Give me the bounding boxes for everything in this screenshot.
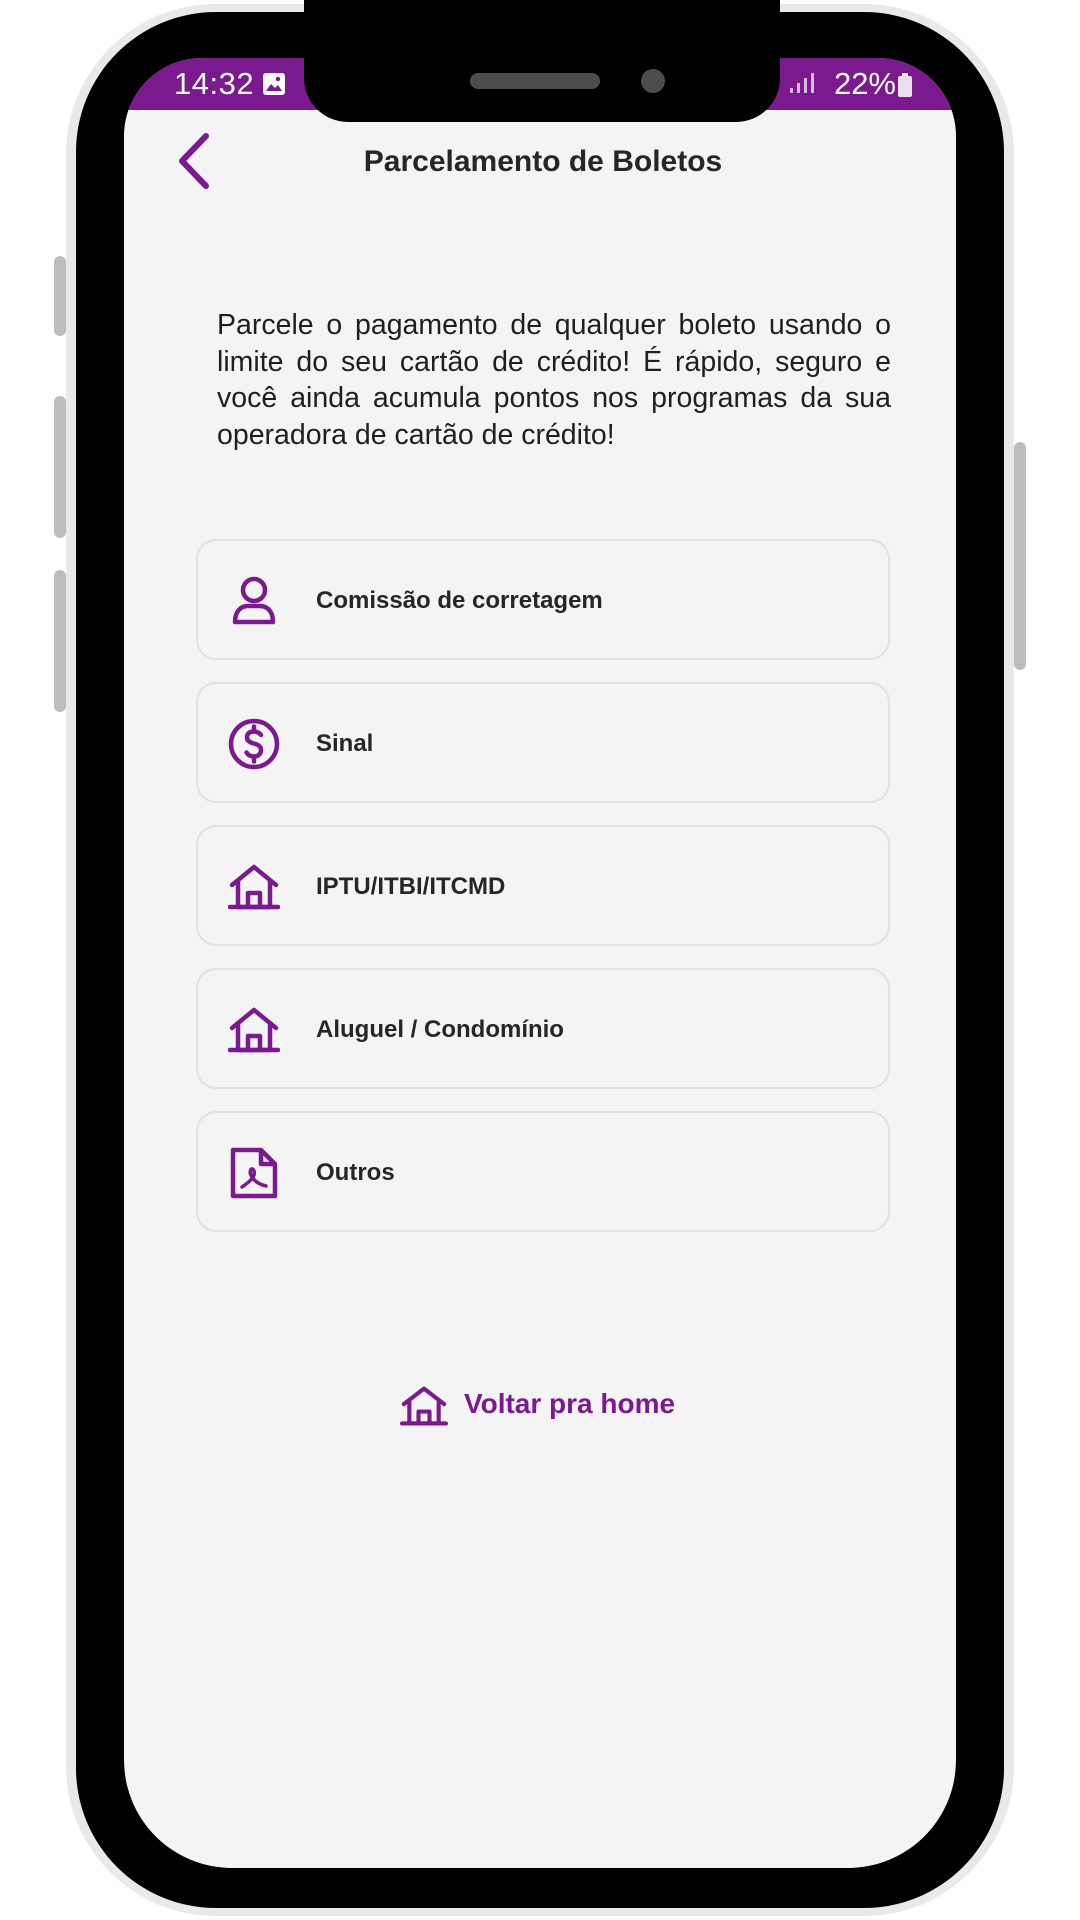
option-label: Sinal [316, 730, 374, 757]
phone-side-button [54, 570, 66, 712]
option-label: Comissão de corretagem [316, 587, 603, 614]
chevron-left-icon [179, 133, 209, 189]
phone-side-button [54, 256, 66, 336]
user-icon [232, 576, 276, 625]
option-sinal[interactable]: Sinal [196, 682, 890, 803]
home-icon [400, 1386, 448, 1426]
back-button[interactable] [170, 130, 220, 192]
phone-side-button [54, 396, 66, 538]
option-outros[interactable]: Outros [196, 1111, 890, 1232]
page-title: Parcelamento de Boletos [363, 145, 723, 178]
status-time: 14:32 [174, 66, 255, 101]
home-icon [228, 864, 280, 910]
option-label: Aluguel / Condomínio [316, 1016, 564, 1043]
back-home-label: Voltar pra home [464, 1388, 676, 1419]
intro-text: Parcele o pagamento de qualquer boleto u… [217, 309, 891, 451]
image-icon [263, 73, 285, 95]
phone-side-button [1014, 442, 1026, 670]
front-camera [641, 69, 665, 93]
camera-notch [304, 0, 780, 122]
option-iptu-itbi-itcmd[interactable]: IPTU/ITBI/ITCMD [196, 825, 890, 946]
battery-percent: 22% [833, 66, 896, 101]
dollar-circle-icon [228, 718, 280, 770]
document-icon [230, 1147, 278, 1199]
speaker [470, 73, 600, 89]
signal-icon [790, 73, 814, 93]
home-icon [228, 1007, 280, 1053]
option-comissao-corretagem[interactable]: Comissão de corretagem [196, 539, 890, 660]
option-label: IPTU/ITBI/ITCMD [316, 873, 506, 900]
option-aluguel-condominio[interactable]: Aluguel / Condomínio [196, 968, 890, 1089]
battery-icon [898, 73, 912, 97]
option-label: Outros [316, 1159, 395, 1186]
